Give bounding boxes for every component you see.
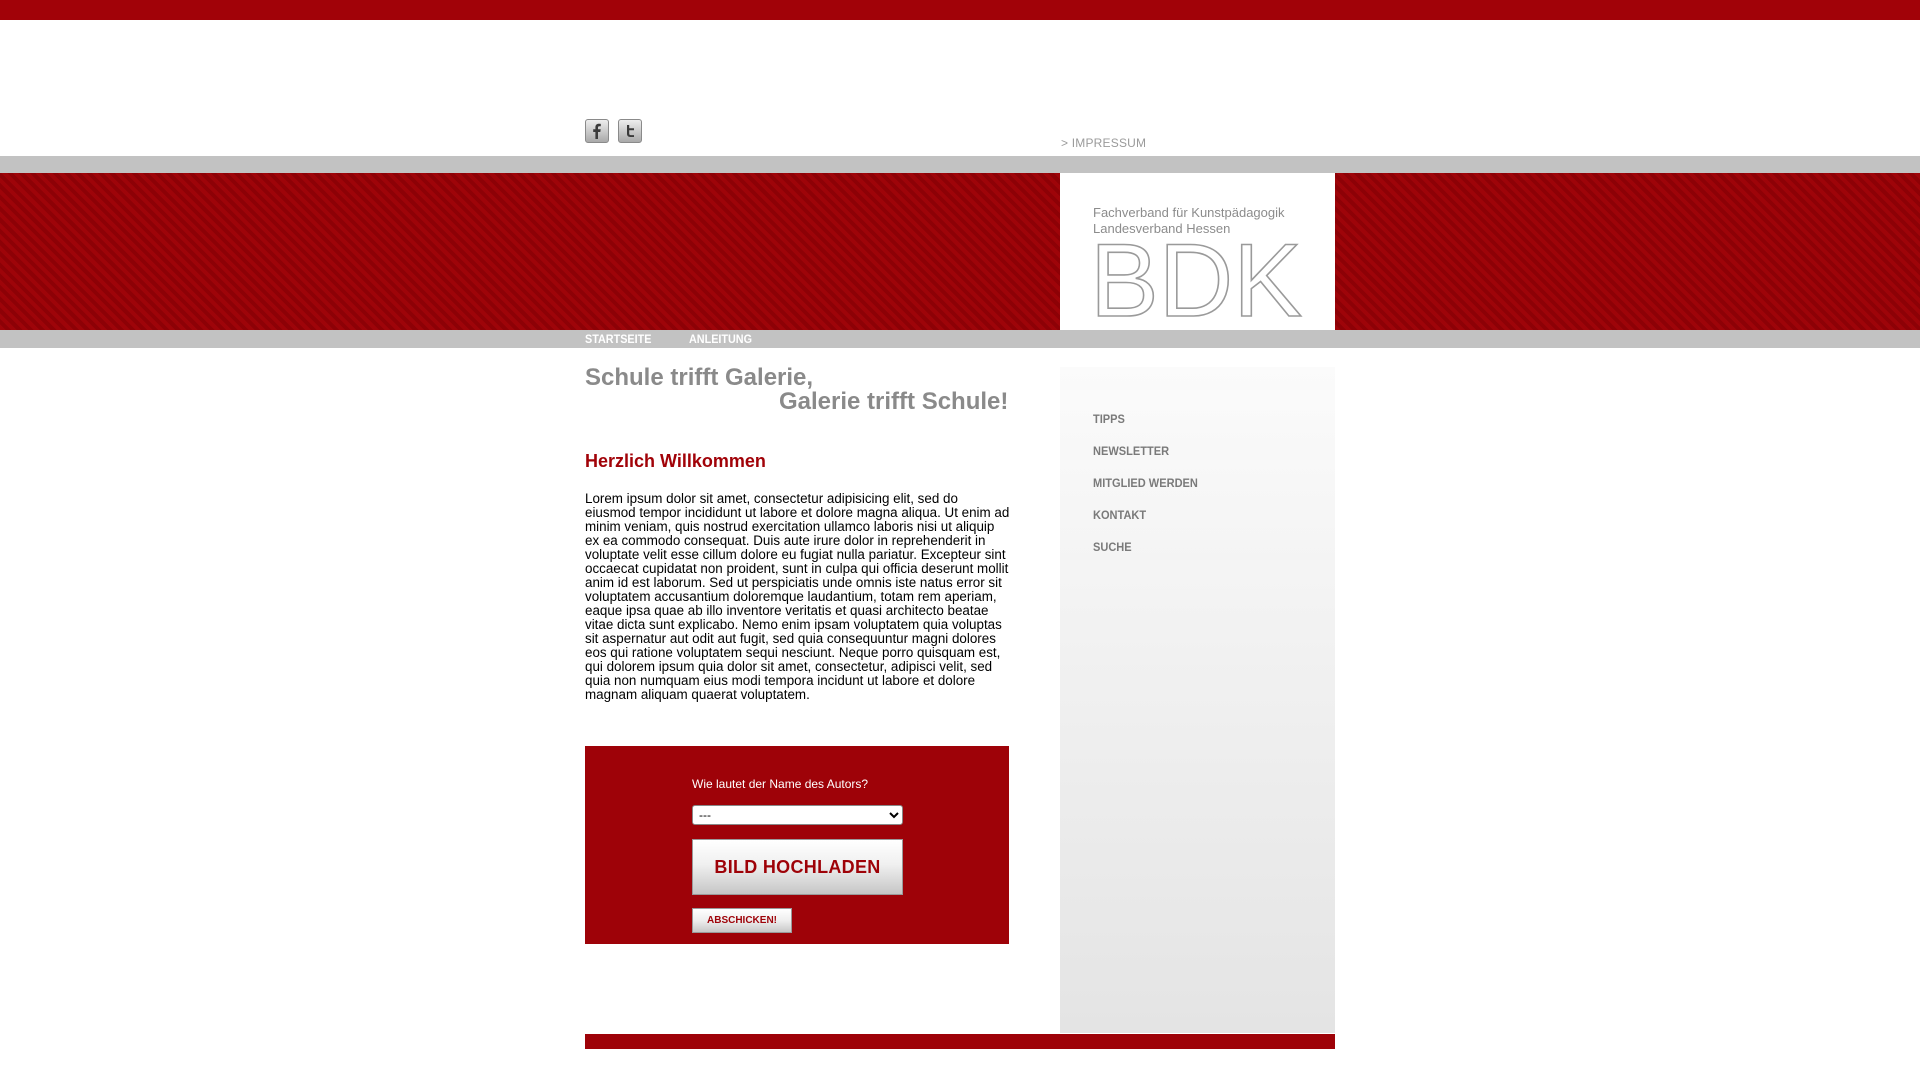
sidebar-item-mitglied-werden[interactable]: MITGLIED WERDEN (1093, 476, 1198, 490)
twitter-icon[interactable] (618, 119, 642, 143)
header-banner (0, 173, 1920, 330)
sidebar-item-tipps[interactable]: TIPPS (1093, 412, 1125, 426)
main-nav: STARTSEITE ANLEITUNG (0, 330, 1920, 348)
sidebar-item-kontakt[interactable]: KONTAKT (1093, 508, 1146, 522)
sidebar-item-suche[interactable]: SUCHE (1093, 540, 1132, 554)
impressum-link[interactable]: > IMPRESSUM (1061, 136, 1146, 150)
author-select[interactable]: --- (692, 805, 903, 825)
submit-button[interactable]: ABSCHICKEN! (692, 908, 792, 933)
welcome-body-text: Lorem ipsum dolor sit amet, consectetur … (585, 491, 1010, 702)
nav-anleitung[interactable]: ANLEITUNG (689, 332, 752, 346)
svg-text:BDK: BDK (1090, 240, 1302, 320)
welcome-heading: Herzlich Willkommen (585, 451, 766, 471)
logo-subtitle-line2: Landesverband Hessen (1093, 221, 1231, 236)
logo[interactable]: Fachverband für Kunstpädagogik Landesver… (1060, 173, 1335, 330)
facebook-icon[interactable] (585, 119, 609, 143)
social-links (585, 119, 642, 143)
header-divider-bar (0, 156, 1920, 173)
author-question-label: Wie lautet der Name des Autors? (692, 777, 869, 791)
top-accent-bar (0, 0, 1920, 20)
logo-subtitle-line1: Fachverband für Kunstpädagogik (1093, 205, 1285, 220)
upload-image-button[interactable]: BILD HOCHLADEN (692, 839, 903, 895)
sidebar-item-newsletter[interactable]: NEWSLETTER (1093, 444, 1169, 458)
footer-bar (585, 1034, 1335, 1049)
bdk-logo-mark: BDK (1090, 240, 1303, 320)
sidebar: TIPPS NEWSLETTER MITGLIED WERDEN KONTAKT… (1060, 367, 1335, 1033)
nav-startseite[interactable]: STARTSEITE (585, 332, 651, 346)
upload-form: Wie lautet der Name des Autors? --- BILD… (585, 746, 1009, 944)
page-headline-line2: Galerie trifft Schule! (779, 388, 1009, 415)
